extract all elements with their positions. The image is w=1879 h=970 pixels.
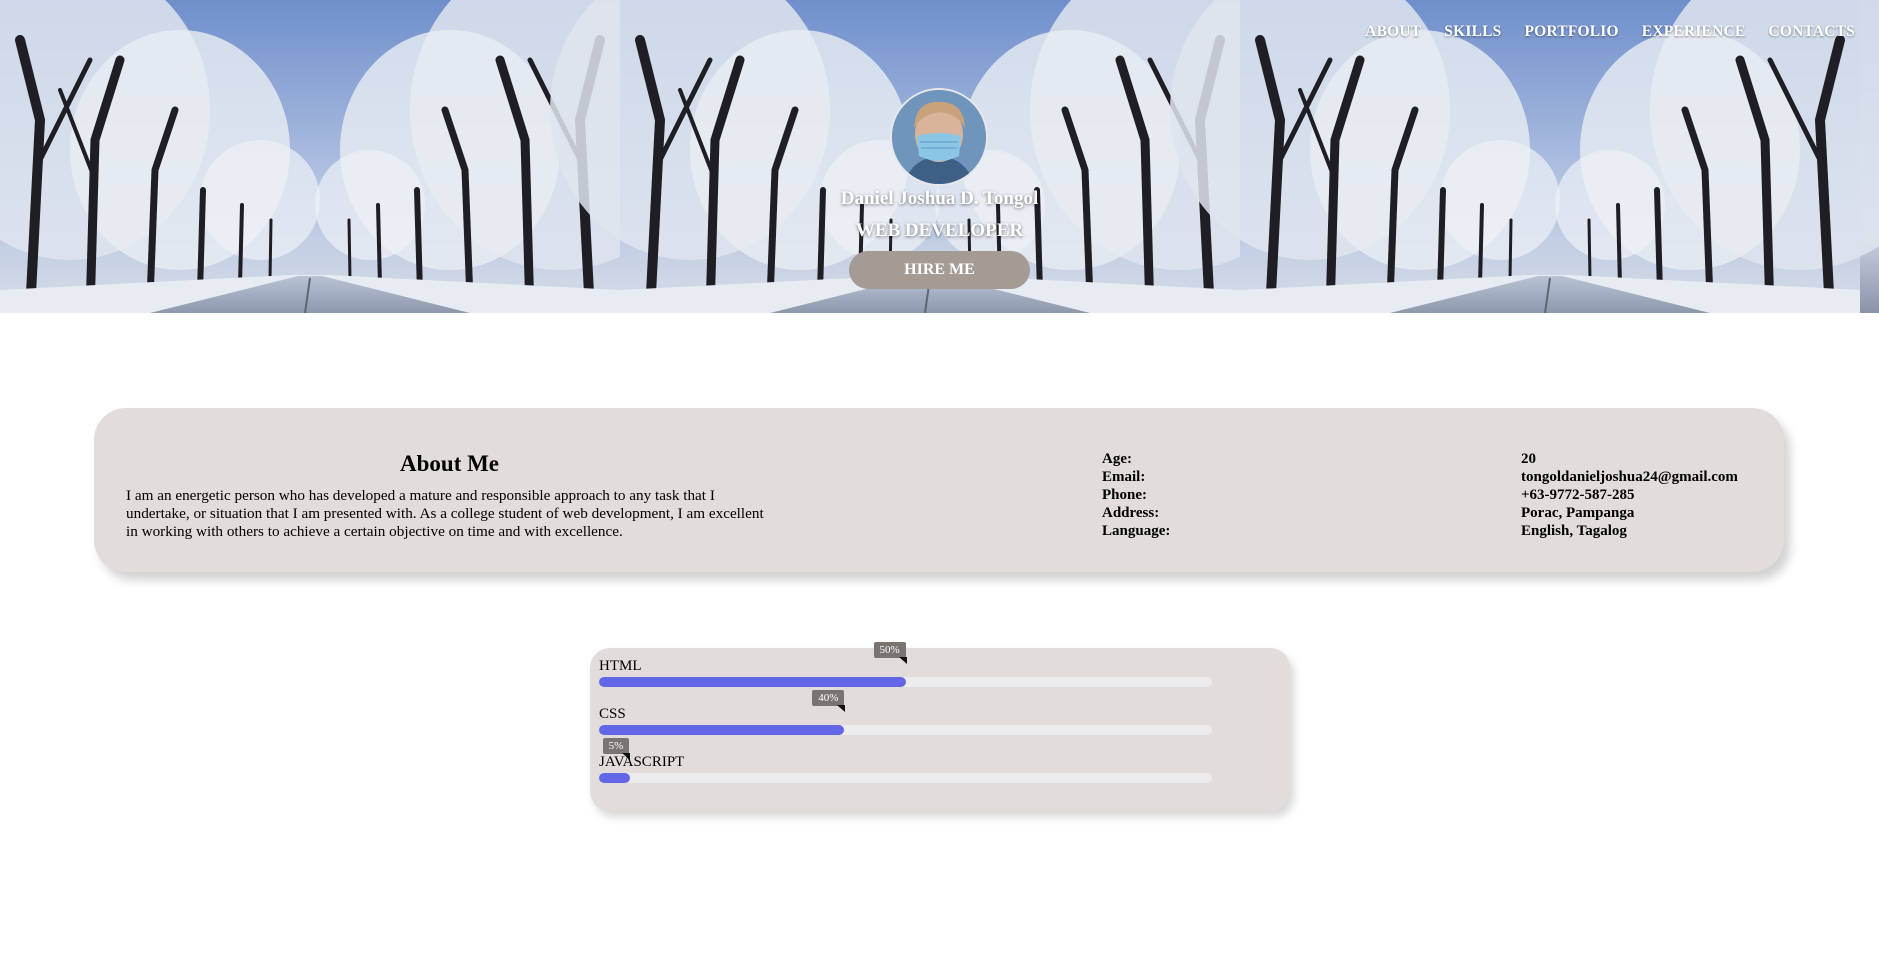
phone-value: +63-9772-587-285 xyxy=(1521,487,1635,503)
skill-name: HTML xyxy=(599,658,642,674)
phone-label: Phone: xyxy=(1102,487,1147,503)
age-label: Age: xyxy=(1102,451,1132,467)
skill-progress-track xyxy=(599,677,1212,687)
skill-progress-fill xyxy=(599,773,630,783)
nav-portfolio-link[interactable]: PORTFOLIO xyxy=(1525,23,1619,41)
language-label: Language: xyxy=(1102,523,1171,539)
language-value: English, Tagalog xyxy=(1521,523,1627,539)
email-label: Email: xyxy=(1102,469,1146,485)
skill-progress-track xyxy=(599,725,1212,735)
skill-percent-tooltip: 5% xyxy=(602,738,630,760)
skill-progress-fill xyxy=(599,725,845,735)
nav-experience-link[interactable]: EXPERIENCE xyxy=(1642,23,1746,41)
about-info-values: 20 tongoldanieljoshua24@gmail.com +63-97… xyxy=(1521,450,1738,540)
about-info-labels: Age: Email: Phone: Address: Language: xyxy=(1102,450,1170,540)
address-value: Porac, Pampanga xyxy=(1521,505,1635,521)
hire-me-button[interactable]: HIRE ME xyxy=(849,251,1030,289)
age-value: 20 xyxy=(1521,451,1536,467)
about-description: I am an energetic person who has develop… xyxy=(126,487,764,540)
skill-progress-fill xyxy=(599,677,906,687)
hero-banner: ABOUT SKILLS PORTFOLIO EXPERIENCE CONTAC… xyxy=(0,0,1879,313)
hero-name: Daniel Joshua D. Tongol xyxy=(840,188,1039,209)
skill-progress-track xyxy=(599,773,1212,783)
skill-name: JAVASCRIPT xyxy=(599,754,685,770)
skill-percent-tooltip: 40% xyxy=(812,690,846,712)
about-title: About Me xyxy=(400,451,500,476)
skill-percent-tooltip: 50% xyxy=(873,642,907,664)
address-label: Address: xyxy=(1102,505,1160,521)
main-nav: ABOUT SKILLS PORTFOLIO EXPERIENCE CONTAC… xyxy=(1365,23,1855,41)
nav-contacts-link[interactable]: CONTACTS xyxy=(1768,23,1855,41)
skill-name: CSS xyxy=(599,706,626,722)
nav-about-link[interactable]: ABOUT xyxy=(1365,23,1421,41)
hero-role: WEB DEVELOPER xyxy=(855,220,1024,241)
nav-skills-link[interactable]: SKILLS xyxy=(1444,23,1501,41)
email-value: tongoldanieljoshua24@gmail.com xyxy=(1521,469,1738,485)
profile-avatar xyxy=(890,88,988,186)
